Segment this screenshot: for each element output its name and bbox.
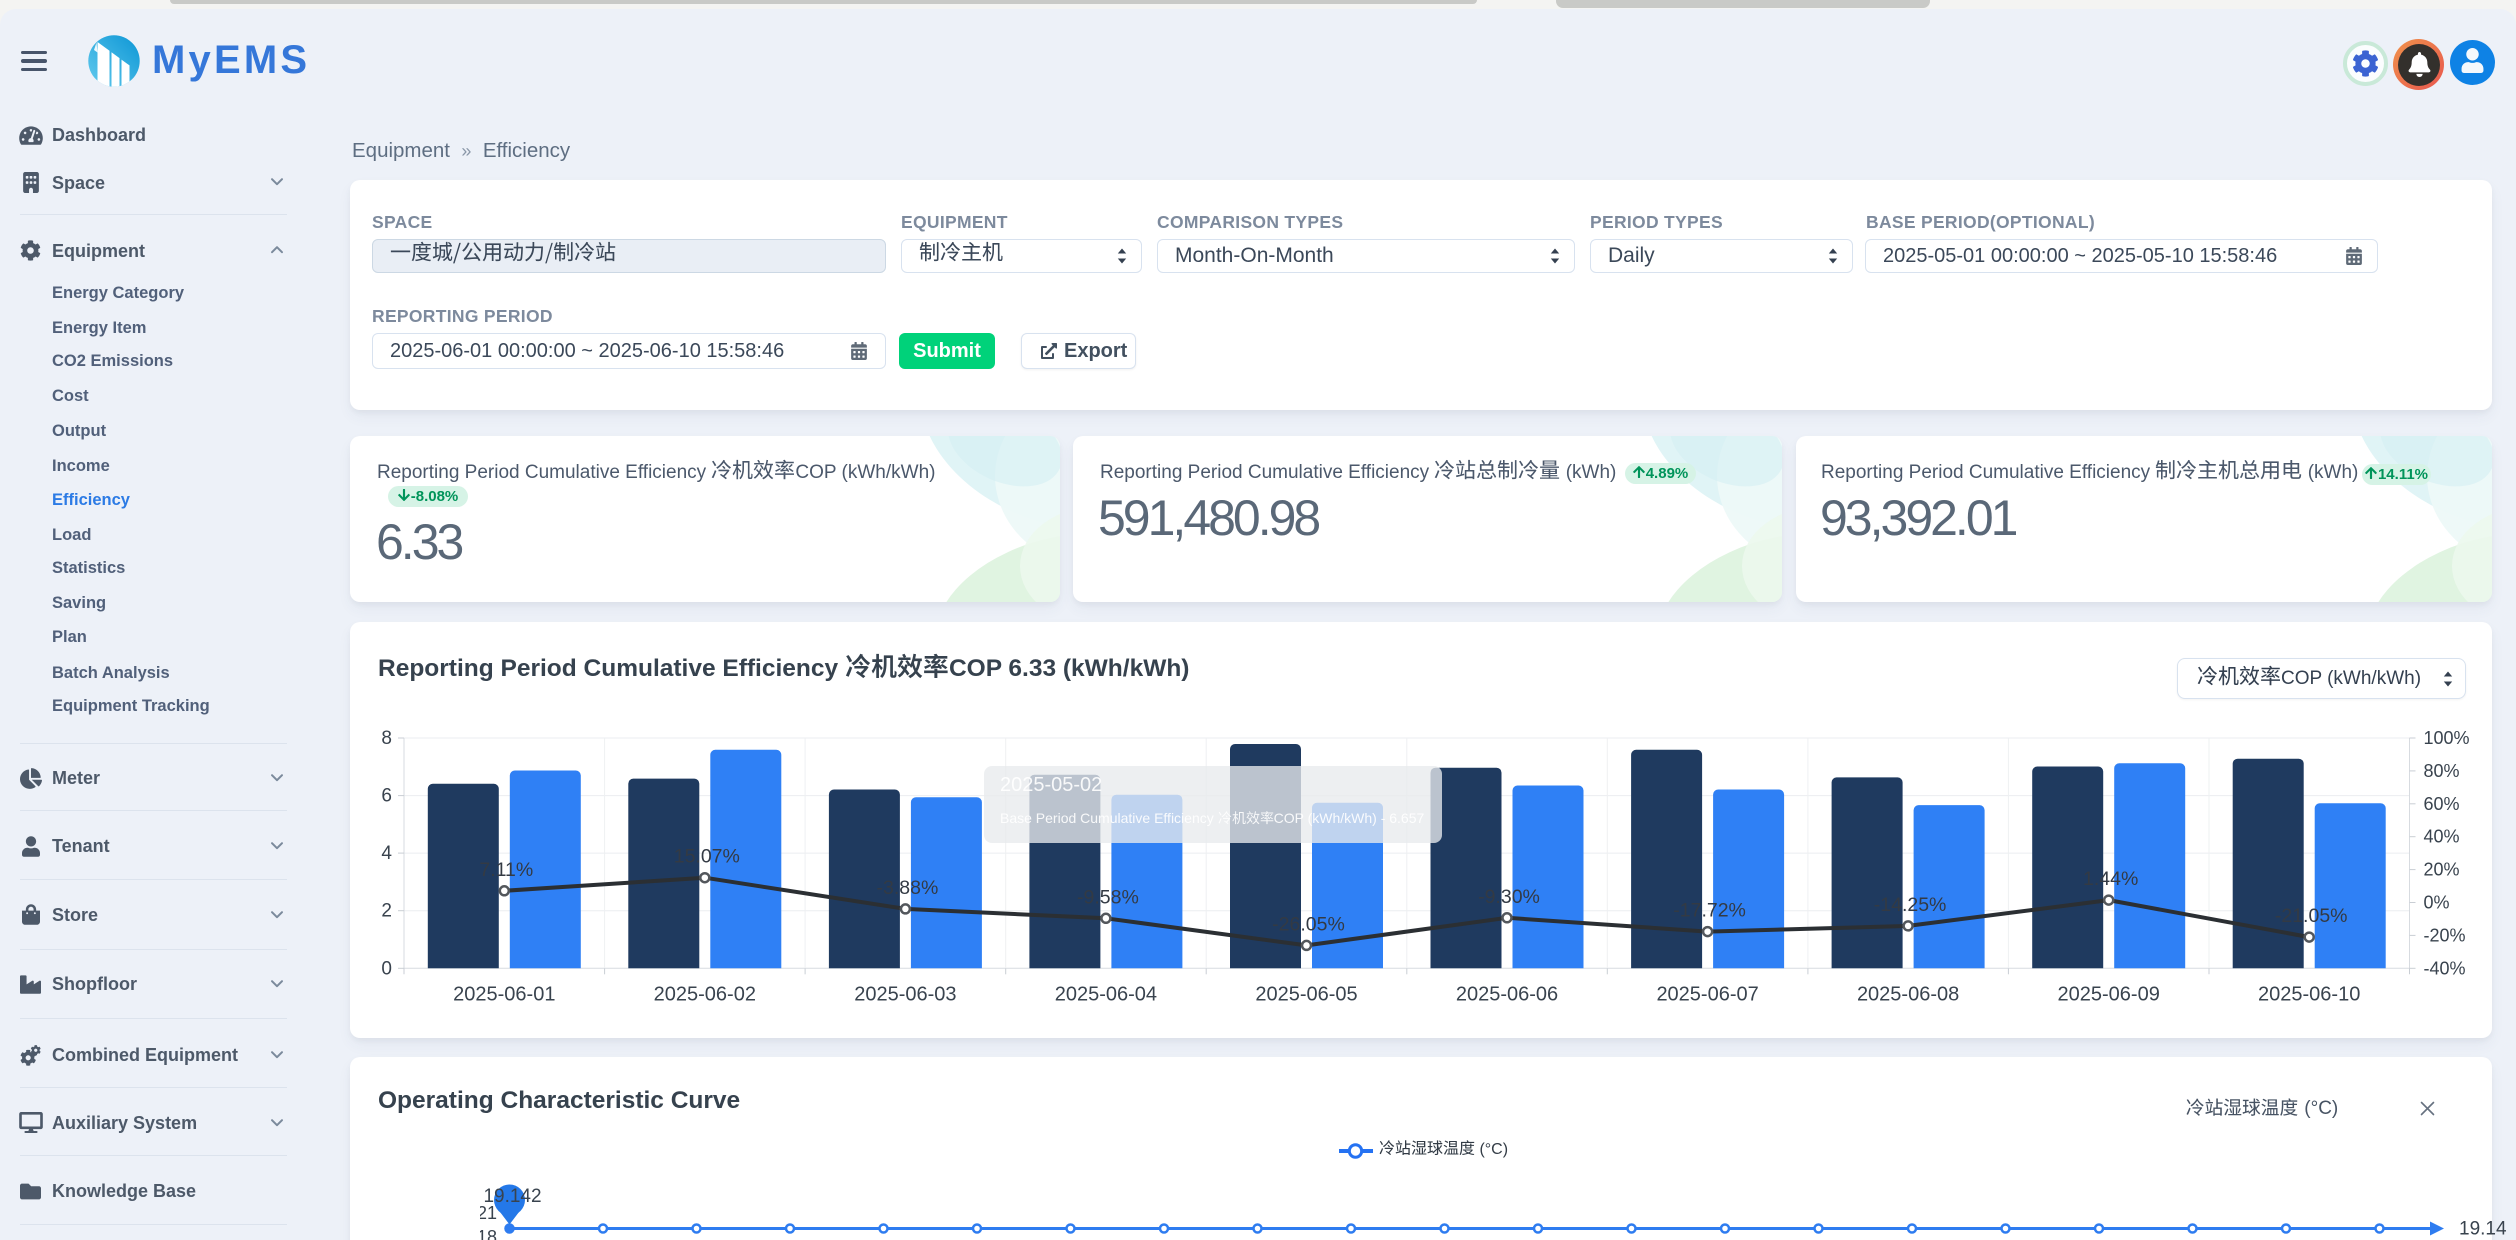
svg-text:-21.05%: -21.05% <box>2275 905 2348 927</box>
svg-text:19.14: 19.14 <box>2459 1219 2507 1240</box>
svg-text:2: 2 <box>381 901 392 922</box>
svg-text:100%: 100% <box>2424 728 2470 748</box>
svg-text:2025-06-02: 2025-06-02 <box>654 983 756 1005</box>
svg-text:2025-06-06: 2025-06-06 <box>1456 983 1558 1005</box>
svg-text:-9.30%: -9.30% <box>1478 886 1540 908</box>
svg-text:2025-06-08: 2025-06-08 <box>1857 983 1959 1005</box>
svg-text:18: 18 <box>480 1227 497 1240</box>
svg-text:2025-06-05: 2025-06-05 <box>1255 983 1357 1005</box>
svg-text:0: 0 <box>381 958 392 979</box>
svg-text:8: 8 <box>381 728 392 749</box>
svg-text:6: 6 <box>381 786 392 807</box>
svg-text:15.07%: 15.07% <box>674 846 740 868</box>
svg-text:-20%: -20% <box>2424 925 2466 945</box>
svg-text:-9.58%: -9.58% <box>1077 886 1139 908</box>
svg-text:7.11%: 7.11% <box>479 859 533 881</box>
svg-text:2025-06-09: 2025-06-09 <box>2058 983 2160 1005</box>
svg-text:40%: 40% <box>2424 827 2460 847</box>
svg-text:-14.25%: -14.25% <box>1874 894 1947 916</box>
svg-text:4: 4 <box>381 843 392 864</box>
svg-text:2025-06-03: 2025-06-03 <box>854 983 956 1005</box>
svg-text:2025-06-07: 2025-06-07 <box>1656 983 1758 1005</box>
svg-text:1.44%: 1.44% <box>2083 868 2138 890</box>
svg-text:-40%: -40% <box>2424 958 2466 978</box>
svg-text:0%: 0% <box>2424 893 2450 913</box>
svg-text:19.142: 19.142 <box>483 1186 541 1207</box>
svg-text:2025-06-04: 2025-06-04 <box>1055 983 1157 1005</box>
svg-text:-3.88%: -3.88% <box>877 877 939 899</box>
svg-text:20%: 20% <box>2424 860 2460 880</box>
svg-text:-17.72%: -17.72% <box>1673 900 1746 922</box>
svg-text:60%: 60% <box>2424 794 2460 814</box>
svg-text:2025-06-01: 2025-06-01 <box>453 983 555 1005</box>
svg-text:80%: 80% <box>2424 761 2460 781</box>
svg-text:2025-06-10: 2025-06-10 <box>2258 983 2360 1005</box>
svg-text:-26.05%: -26.05% <box>1272 913 1345 935</box>
